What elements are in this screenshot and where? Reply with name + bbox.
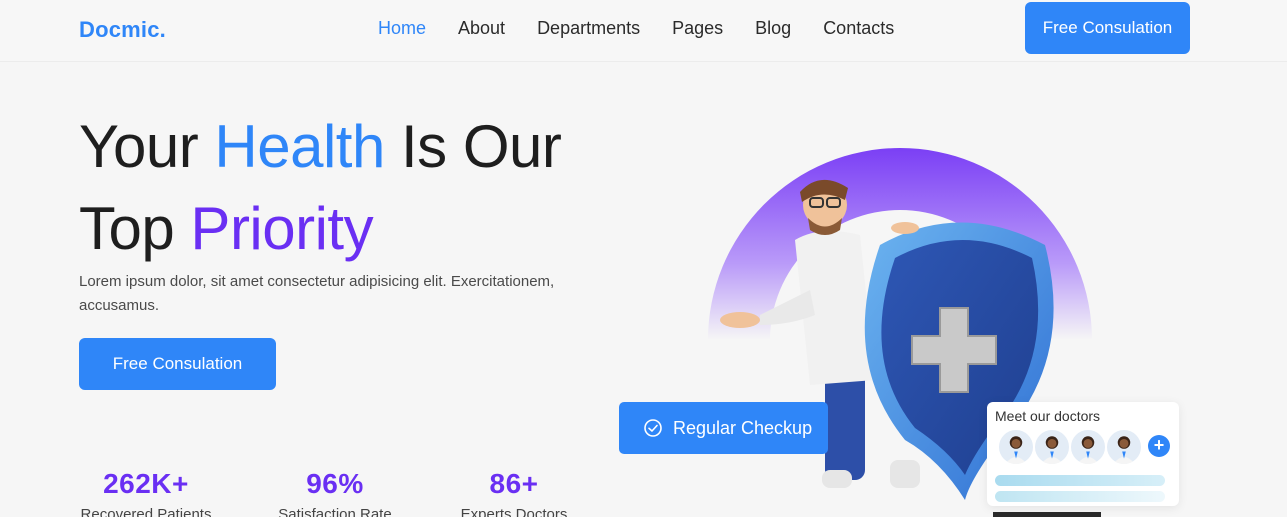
regular-checkup-button[interactable]: Regular Checkup xyxy=(619,402,828,454)
checkup-label: Regular Checkup xyxy=(673,417,813,438)
stat-value: 96% xyxy=(306,468,364,499)
stat-label: Satisfaction Rate xyxy=(278,506,392,517)
stat-doctors: 86+ Experts Doctors xyxy=(452,468,576,517)
nav-blog[interactable]: Blog xyxy=(755,18,791,39)
stat-label: Recovered Patients xyxy=(80,506,212,517)
hero-title: Your Health Is Our Top Priority xyxy=(79,106,639,270)
partial-dark-element xyxy=(993,512,1101,517)
nav-departments[interactable]: Departments xyxy=(537,18,640,39)
nav-home[interactable]: Home xyxy=(378,18,426,39)
avatar[interactable] xyxy=(1033,428,1071,466)
nav-pages[interactable]: Pages xyxy=(672,18,723,39)
avatar[interactable] xyxy=(997,428,1035,466)
main-nav: Home About Departments Pages Blog Contac… xyxy=(378,18,926,39)
title-highlight-health: Health xyxy=(214,113,385,180)
nav-about[interactable]: About xyxy=(458,18,505,39)
placeholder-bar xyxy=(995,475,1165,486)
add-doctor-plus-icon[interactable]: + xyxy=(1148,435,1170,457)
doctors-card-title: Meet our doctors xyxy=(995,408,1101,424)
meet-doctors-card[interactable]: Meet our doctors + xyxy=(987,402,1179,506)
placeholder-bar xyxy=(995,491,1165,502)
hero-consultation-button[interactable]: Free Consulation xyxy=(79,338,276,390)
site-header: Docmic. Home About Departments Pages Blo… xyxy=(0,0,1287,62)
hero-description: Lorem ipsum dolor, sit amet consectetur … xyxy=(79,273,555,314)
avatar[interactable] xyxy=(1105,428,1143,466)
title-part2: Is Our xyxy=(384,113,562,180)
stat-label: Experts Doctors xyxy=(460,506,568,517)
stat-value: 86+ xyxy=(489,468,539,499)
avatar[interactable] xyxy=(1069,428,1107,466)
header-consultation-button[interactable]: Free Consulation xyxy=(1025,2,1190,54)
title-highlight-priority: Priority xyxy=(190,195,374,262)
doctor-hand xyxy=(891,222,919,234)
title-part1: Your xyxy=(79,113,215,180)
nav-contacts[interactable]: Contacts xyxy=(823,18,894,39)
check-circle-icon xyxy=(644,419,662,437)
stat-value: 262K+ xyxy=(103,468,189,499)
stat-satisfaction: 96% Satisfaction Rate xyxy=(266,468,404,517)
logo[interactable]: Docmic. xyxy=(79,17,166,43)
title-part3: Top xyxy=(79,195,191,262)
stat-recovered: 262K+ Recovered Patients xyxy=(79,468,213,517)
